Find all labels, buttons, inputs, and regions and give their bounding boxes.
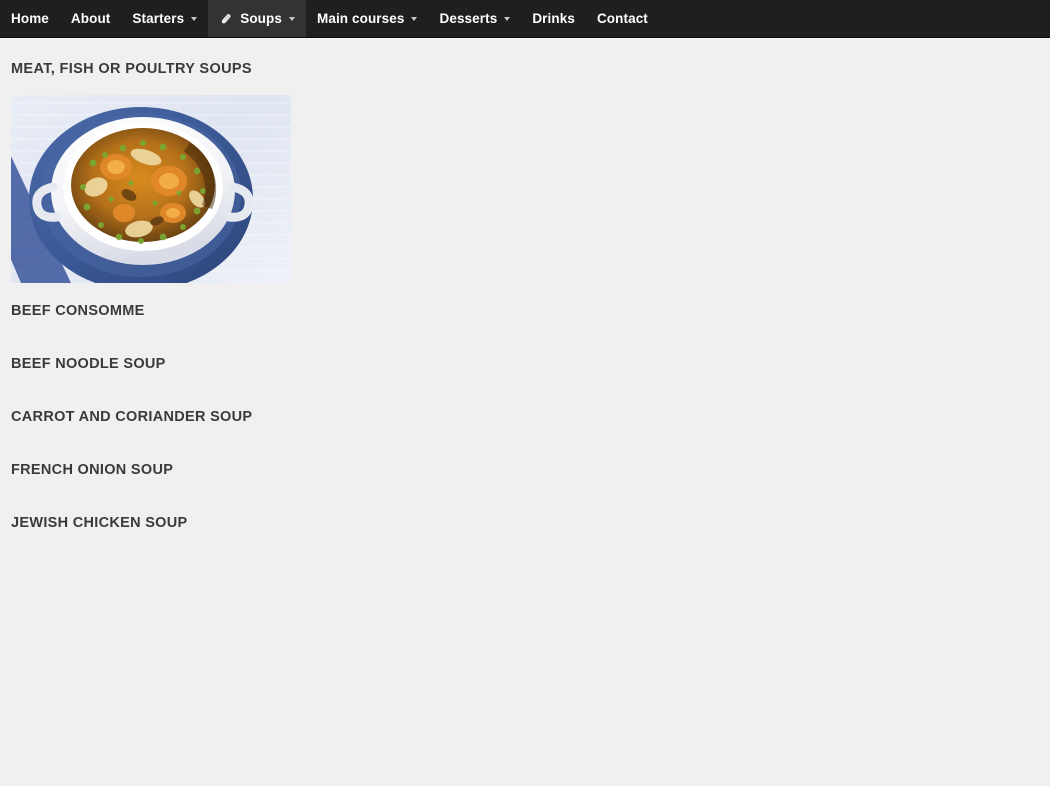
list-item[interactable]: FRENCH ONION SOUP (11, 462, 525, 516)
chevron-down-icon (191, 16, 198, 21)
chevron-down-icon (289, 16, 295, 21)
list-item[interactable]: BEEF CONSOMME (11, 303, 525, 357)
nav-item-drinks[interactable]: Drinks (521, 0, 586, 37)
carrot-icon (219, 12, 233, 26)
nav-item-label: Home (11, 11, 49, 26)
list-item[interactable]: JEWISH CHICKEN SOUP (11, 515, 525, 569)
nav-item-main-courses[interactable]: Main courses (306, 0, 428, 37)
nav-item-starters[interactable]: Starters (121, 0, 208, 37)
main-navigation: Home About Starters Soups Main courses D… (0, 0, 1050, 38)
nav-item-soups[interactable]: Soups (208, 0, 306, 37)
chevron-down-icon (411, 16, 418, 21)
nav-item-about[interactable]: About (60, 0, 121, 37)
list-item[interactable]: CARROT AND CORIANDER SOUP (11, 409, 525, 463)
nav-item-label: Starters (132, 11, 185, 26)
nav-item-label: Main courses (317, 11, 405, 26)
broth-soup-photo (0, 94, 291, 291)
nav-item-contact[interactable]: Contact (586, 0, 659, 37)
column-vegetarian-soups: VEGETARIAN SOUPS (514, 38, 1050, 786)
nav-item-home[interactable]: Home (0, 0, 60, 37)
menu-content: MEAT, FISH OR POULTRY SOUPS BEEF CONSOMM… (0, 38, 1050, 786)
dish-list: BEEF CONSOMME BEEF NOODLE SOUP CARROT AN… (11, 283, 525, 569)
nav-item-label: Soups (240, 11, 282, 26)
nav-item-label: Drinks (532, 11, 575, 26)
column-meat-fish-poultry-soups: MEAT, FISH OR POULTRY SOUPS BEEF CONSOMM… (0, 38, 525, 786)
list-item[interactable]: BEEF NOODLE SOUP (11, 356, 525, 410)
nav-item-label: Contact (596, 11, 648, 26)
nav-item-desserts[interactable]: Desserts (428, 0, 521, 37)
nav-item-label: Desserts (439, 11, 498, 26)
chevron-down-icon (504, 16, 511, 21)
section-heading: MEAT, FISH OR POULTRY SOUPS (11, 61, 252, 77)
nav-item-label: About (70, 11, 111, 26)
